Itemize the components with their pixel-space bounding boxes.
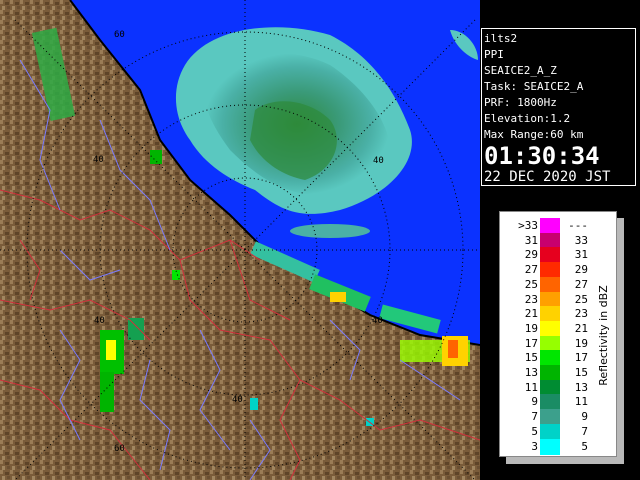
svg-text:40: 40 [232, 395, 243, 405]
legend-lower-bound: 29 [524, 248, 538, 262]
legend-upper-bound: 5 [581, 439, 588, 453]
legend-lower-bound: 5 [531, 424, 538, 438]
legend-swatch [540, 379, 560, 396]
legend-row: 23 25 [500, 291, 596, 308]
legend-title-text: Reflectivity in dBZ [596, 284, 610, 386]
legend-swatch [540, 394, 560, 411]
legend-swatch [540, 291, 560, 308]
svg-text:40: 40 [93, 155, 104, 165]
legend-lower-bound: 7 [531, 410, 538, 424]
legend-swatch [540, 232, 560, 249]
svg-text:40: 40 [373, 156, 384, 166]
legend-row: 9 11 [500, 394, 596, 411]
legend-lower-bound: 17 [524, 336, 538, 350]
legend-upper-bound: 21 [574, 321, 588, 335]
legend-swatch [540, 247, 560, 264]
legend-lower-bound: 11 [524, 380, 538, 394]
legend-upper-bound: 19 [574, 336, 588, 350]
legend-upper-bound: 13 [574, 380, 588, 394]
legend-row: 19 21 [500, 320, 596, 337]
legend-upper-bound: 23 [574, 307, 588, 321]
legend-swatch [540, 262, 560, 279]
legend-swatch [540, 335, 560, 352]
info-panel: ilts2 PPI SEAICE2_A_Z Task: SEAICE2_A PR… [481, 28, 636, 186]
legend-row: 79 [500, 409, 596, 426]
legend-row: 57 [500, 423, 596, 440]
radar-map[interactable]: 60 40 40 40 40 40 60 [0, 0, 480, 480]
legend-upper-bound: 31 [574, 248, 588, 262]
elevation: Elevation:1.2 [484, 112, 571, 125]
svg-text:60: 60 [114, 30, 125, 40]
legend-swatch [540, 409, 560, 426]
legend-upper-bound: 9 [581, 410, 588, 424]
color-legend: >33 --- 31 33 29 31 27 29 25 27 23 25 21 23 19 21 17 19 15… [499, 211, 617, 457]
legend-lower-bound: 9 [531, 395, 538, 409]
legend-row: 11 13 [500, 379, 596, 396]
legend-upper-bound: --- [568, 219, 588, 232]
legend-row: 25 27 [500, 276, 596, 293]
legend-lower-bound: 13 [524, 366, 538, 379]
legend-upper-bound: 17 [574, 351, 588, 365]
legend-swatch [540, 218, 560, 234]
legend-row: >33 --- [500, 218, 596, 234]
legend-upper-bound: 33 [574, 233, 588, 247]
product-type: PPI [484, 48, 504, 61]
station-name: ilts2 [484, 32, 518, 45]
legend-swatch [540, 438, 560, 455]
legend-upper-bound: 25 [574, 292, 588, 306]
legend-row: 13 15 [500, 365, 596, 381]
prf: PRF: 1800Hz [484, 96, 557, 109]
legend-swatch [540, 423, 560, 440]
legend-row: 21 23 [500, 306, 596, 323]
legend-lower-bound: 21 [524, 307, 538, 321]
legend-lower-bound: 27 [524, 263, 538, 277]
legend-lower-bound: 19 [524, 321, 538, 335]
svg-text:40: 40 [372, 316, 383, 326]
legend-upper-bound: 29 [574, 263, 588, 277]
legend-lower-bound: >33 [518, 219, 538, 232]
legend-row: 31 33 [500, 232, 596, 249]
svg-text:40: 40 [94, 316, 105, 326]
legend-lower-bound: 15 [524, 351, 538, 365]
legend-upper-bound: 7 [581, 424, 588, 438]
legend-title: Reflectivity in dBZ [590, 217, 616, 453]
svg-text:60: 60 [114, 444, 125, 454]
legend-row: 35 [500, 438, 596, 455]
legend-lower-bound: 31 [524, 233, 538, 247]
scan-date: 22 DEC 2020 JST [484, 169, 611, 185]
legend-lower-bound: 23 [524, 292, 538, 306]
legend-row: 27 29 [500, 262, 596, 279]
legend-upper-bound: 11 [574, 395, 588, 409]
max-range: Max Range:60 km [484, 128, 584, 141]
legend-swatch [540, 365, 560, 381]
task: Task: SEAICE2_A [484, 80, 584, 93]
legend-row: 15 17 [500, 350, 596, 367]
legend-row: 29 31 [500, 247, 596, 264]
legend-swatch [540, 306, 560, 323]
legend-lower-bound: 3 [531, 439, 538, 453]
legend-upper-bound: 27 [574, 277, 588, 291]
legend-swatch [540, 276, 560, 293]
legend-row: 17 19 [500, 335, 596, 352]
legend-upper-bound: 15 [574, 366, 588, 379]
scan-time: 01:30:34 [484, 142, 600, 170]
legend-lower-bound: 25 [524, 277, 538, 291]
legend-swatch [540, 320, 560, 337]
task-name: SEAICE2_A_Z [484, 64, 557, 77]
legend-swatch [540, 350, 560, 367]
